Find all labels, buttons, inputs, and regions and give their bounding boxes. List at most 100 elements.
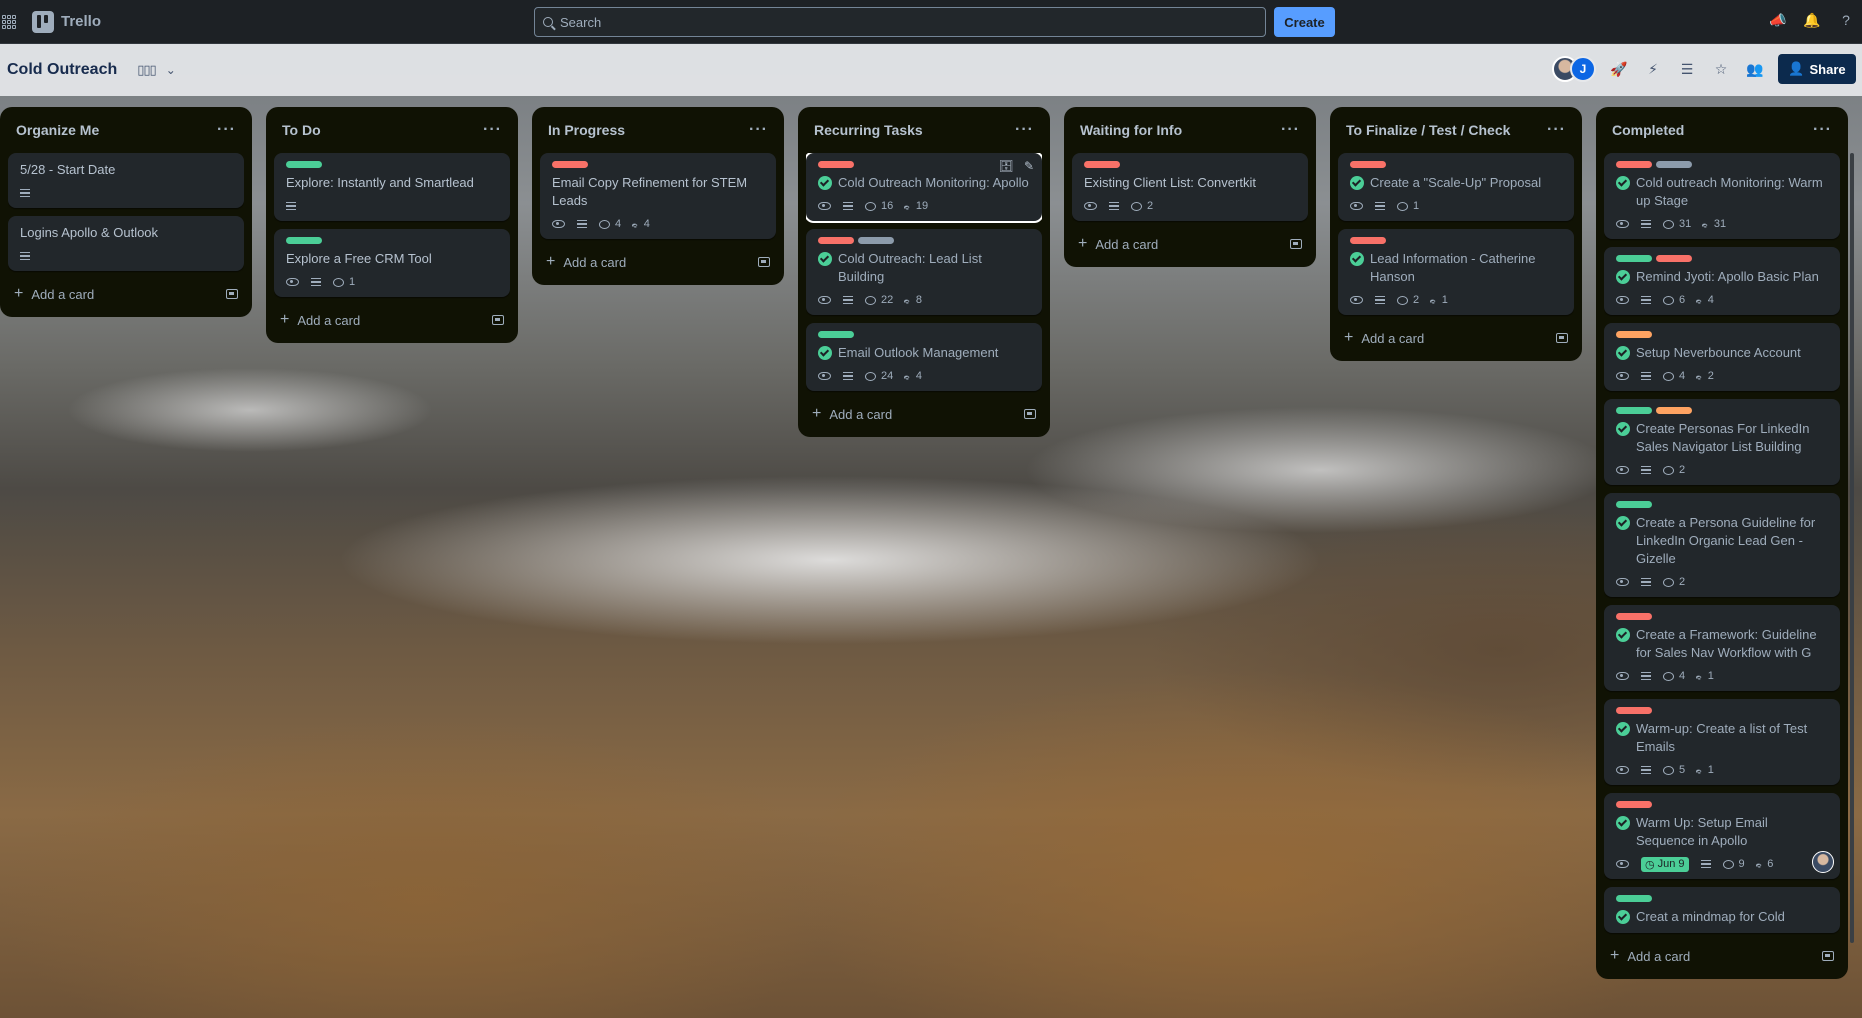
star-icon[interactable]: ☆ (1710, 58, 1732, 80)
bell-icon[interactable]: 🔔 (1802, 10, 1822, 30)
card-label[interactable] (1616, 161, 1652, 168)
list-header[interactable]: Waiting for Info ··· (1072, 107, 1308, 153)
card[interactable]: Creat a mindmap for Cold Outreach (1604, 887, 1840, 933)
card-label[interactable] (1084, 161, 1120, 168)
card-label[interactable] (818, 237, 854, 244)
card-label[interactable] (1616, 801, 1652, 808)
list-title[interactable]: In Progress (548, 122, 625, 138)
app-switcher-icon[interactable] (2, 14, 16, 29)
card-template-icon[interactable] (1556, 333, 1568, 343)
card[interactable]: Logins Apollo & Outlook (8, 216, 244, 271)
card-label[interactable] (1616, 255, 1652, 262)
card-template-icon[interactable] (1024, 409, 1036, 419)
add-card-button[interactable]: + Add a card (1344, 329, 1424, 347)
list-title[interactable]: Waiting for Info (1080, 122, 1182, 138)
archive-icon[interactable]: 🗄 (999, 159, 1014, 173)
card-label[interactable] (1616, 331, 1652, 338)
card-template-icon[interactable] (492, 315, 504, 325)
complete-check-icon[interactable] (818, 346, 832, 360)
card[interactable]: Create a "Scale-Up" Proposal 1 (1338, 153, 1574, 221)
automation-icon[interactable]: ⚡ (1642, 58, 1664, 80)
list-title[interactable]: To Finalize / Test / Check (1346, 122, 1510, 138)
list-actions-icon[interactable]: ··· (749, 121, 768, 139)
card-label[interactable] (1350, 161, 1386, 168)
complete-check-icon[interactable] (1350, 252, 1364, 266)
card-label[interactable] (286, 161, 322, 168)
add-card-button[interactable]: + Add a card (812, 405, 892, 423)
list-actions-icon[interactable]: ··· (217, 121, 236, 139)
card[interactable]: Cold Outreach: Lead List Building 22 𝓸 8 (806, 229, 1042, 315)
share-button[interactable]: 👤 Share (1778, 54, 1856, 84)
complete-check-icon[interactable] (1616, 176, 1630, 190)
card[interactable]: Email Outlook Management 24 𝓸 4 (806, 323, 1042, 391)
list-scrollbar[interactable] (1850, 153, 1854, 943)
complete-check-icon[interactable] (1616, 346, 1630, 360)
card-label[interactable] (1656, 407, 1692, 414)
card[interactable]: Warm-up: Create a list of Test Emails 5 𝓸 1 (1604, 699, 1840, 785)
search-box[interactable] (534, 7, 1266, 37)
help-icon[interactable]: ? (1836, 10, 1856, 30)
card-template-icon[interactable] (758, 257, 770, 267)
card[interactable]: Create a Framework: Guideline for Sales … (1604, 605, 1840, 691)
complete-check-icon[interactable] (1616, 270, 1630, 284)
filter-icon[interactable]: ☰ (1676, 58, 1698, 80)
complete-check-icon[interactable] (1616, 910, 1630, 924)
card[interactable]: Lead Information - Catherine Hanson 2 𝓸 1 (1338, 229, 1574, 315)
card-template-icon[interactable] (1290, 239, 1302, 249)
complete-check-icon[interactable] (818, 252, 832, 266)
list-header[interactable]: To Finalize / Test / Check ··· (1338, 107, 1574, 153)
card-template-icon[interactable] (226, 289, 238, 299)
list-header[interactable]: Organize Me ··· (8, 107, 244, 153)
card-label[interactable] (818, 331, 854, 338)
complete-check-icon[interactable] (818, 176, 832, 190)
card[interactable]: Explore: Instantly and Smartlead (274, 153, 510, 221)
card[interactable]: Explore a Free CRM Tool 1 (274, 229, 510, 297)
card[interactable]: Remind Jyoti: Apollo Basic Plan 6 𝓸 4 (1604, 247, 1840, 315)
card[interactable]: Cold outreach Monitoring: Warm up Stage 3… (1604, 153, 1840, 239)
complete-check-icon[interactable] (1616, 722, 1630, 736)
list-actions-icon[interactable]: ··· (483, 121, 502, 139)
card-label[interactable] (1616, 895, 1652, 902)
complete-check-icon[interactable] (1616, 816, 1630, 830)
card[interactable]: Existing Client List: Convertkit 2 (1072, 153, 1308, 221)
card[interactable]: Email Copy Refinement for STEM Leads 4 𝓸 4 (540, 153, 776, 239)
list-header[interactable]: To Do ··· (274, 107, 510, 153)
complete-check-icon[interactable] (1616, 628, 1630, 642)
card[interactable]: 5/28 - Start Date (8, 153, 244, 208)
list-title[interactable]: Recurring Tasks (814, 122, 923, 138)
card[interactable]: Create Personas For LinkedIn Sales Navig… (1604, 399, 1840, 485)
card-member-avatar[interactable] (1812, 851, 1834, 873)
add-card-button[interactable]: + Add a card (14, 285, 94, 303)
add-card-button[interactable]: + Add a card (1078, 235, 1158, 253)
list-header[interactable]: Completed ··· (1604, 107, 1840, 153)
complete-check-icon[interactable] (1350, 176, 1364, 190)
card-label[interactable] (1616, 501, 1652, 508)
board-view-switcher[interactable]: ▯▯▯ ⌄ (137, 62, 176, 78)
card-template-icon[interactable] (1822, 951, 1834, 961)
list-actions-icon[interactable]: ··· (1547, 121, 1566, 139)
card[interactable]: Warm Up: Setup Email Sequence in Apollo ◷… (1604, 793, 1840, 879)
card[interactable]: 🗄 ✎ Cold Outreach Monitoring: Apollo 16 𝓸 19 (806, 153, 1042, 223)
card-label[interactable] (1350, 237, 1386, 244)
search-input[interactable] (560, 14, 1240, 30)
list-actions-icon[interactable]: ··· (1813, 121, 1832, 139)
card-label[interactable] (286, 237, 322, 244)
card-label[interactable] (1616, 407, 1652, 414)
create-button[interactable]: Create (1274, 7, 1335, 37)
card-label[interactable] (1656, 161, 1692, 168)
card-label[interactable] (1616, 613, 1652, 620)
list-actions-icon[interactable]: ··· (1015, 121, 1034, 139)
member-avatar[interactable]: J (1570, 56, 1596, 82)
edit-icon[interactable]: ✎ (1024, 159, 1034, 173)
card-label[interactable] (552, 161, 588, 168)
card[interactable]: Setup Neverbounce Account 4 𝓸 2 (1604, 323, 1840, 391)
visibility-icon[interactable]: 👥 (1744, 58, 1766, 80)
list-header[interactable]: In Progress ··· (540, 107, 776, 153)
list-actions-icon[interactable]: ··· (1281, 121, 1300, 139)
complete-check-icon[interactable] (1616, 516, 1630, 530)
power-ups-icon[interactable]: 🚀 (1608, 58, 1630, 80)
add-card-button[interactable]: + Add a card (1610, 947, 1690, 965)
due-date-badge[interactable]: ◷ Jun 9 (1641, 856, 1689, 872)
list-title[interactable]: Organize Me (16, 122, 99, 138)
card[interactable]: Create a Persona Guideline for LinkedIn … (1604, 493, 1840, 597)
